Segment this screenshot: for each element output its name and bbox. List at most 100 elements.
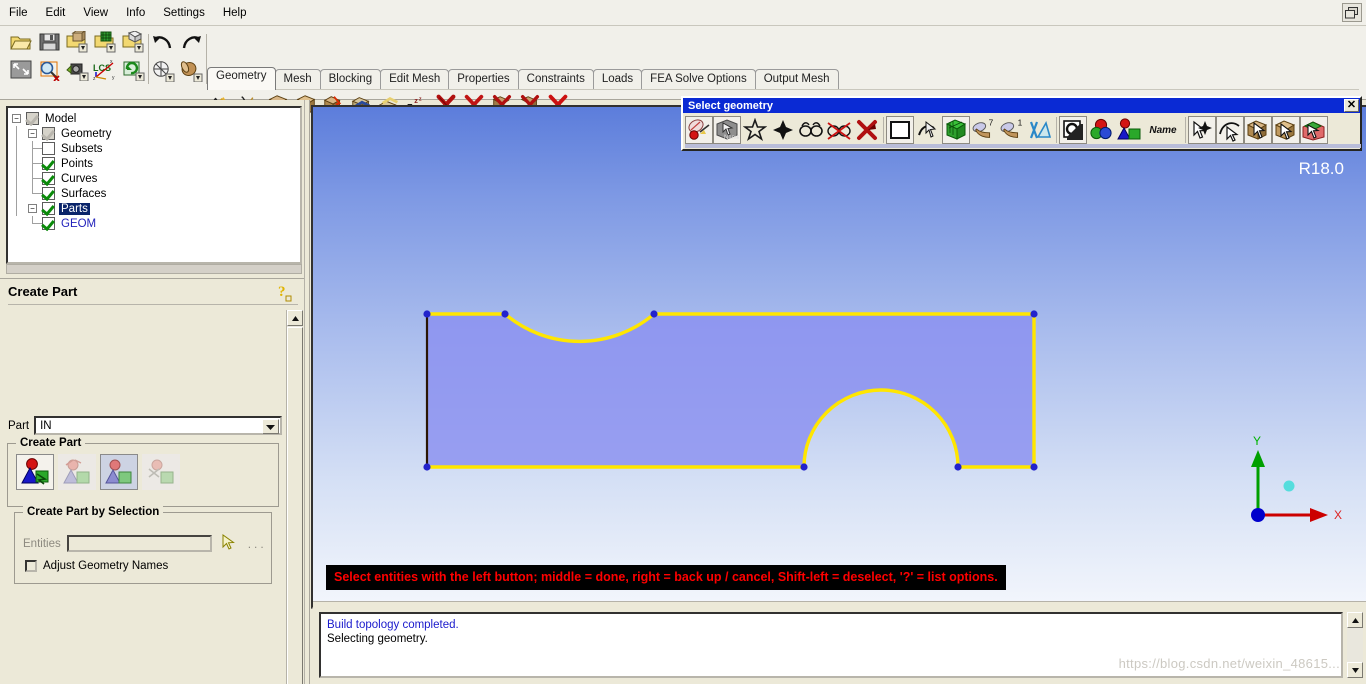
cancel-selection-icon[interactable] xyxy=(853,116,881,144)
color-by-family-icon[interactable] xyxy=(1087,116,1115,144)
part-entities-icon[interactable] xyxy=(1115,116,1143,144)
tree-checkbox-points[interactable] xyxy=(42,157,55,170)
log-scroll-up-button[interactable] xyxy=(1347,612,1363,628)
create-part-points-icon[interactable] xyxy=(58,454,96,490)
chevron-down-icon[interactable] xyxy=(262,419,280,434)
part-combo[interactable]: IN xyxy=(34,416,283,435)
toggle-dormant-icon[interactable] xyxy=(1059,116,1087,144)
select-items-in-part-icon[interactable]: Name xyxy=(713,116,741,144)
tab-edit-mesh[interactable]: Edit Mesh xyxy=(380,69,450,90)
redo-icon[interactable] xyxy=(178,30,204,56)
entities-ellipsis-button[interactable]: ... xyxy=(248,537,267,551)
z-axis-dot xyxy=(1283,480,1295,492)
log-scroll-down-button[interactable] xyxy=(1347,662,1363,678)
svg-text:7: 7 xyxy=(989,118,994,127)
tab-geometry[interactable]: Geometry xyxy=(207,67,276,90)
menu-view[interactable]: View xyxy=(74,4,117,22)
tree-node-curves[interactable]: Curves xyxy=(10,171,300,186)
tree-checkbox-surfaces[interactable] xyxy=(42,187,55,200)
select-bodies-mode-icon[interactable] xyxy=(1272,116,1300,144)
close-icon[interactable]: ✕ xyxy=(1344,99,1359,112)
select-geometry-dialog[interactable]: Select geometry ✕ Name 7 1 Name xyxy=(681,96,1362,151)
open-project-icon[interactable] xyxy=(8,29,34,55)
tab-mesh[interactable]: Mesh xyxy=(274,69,321,90)
tree-node-surfaces[interactable]: Surfaces xyxy=(10,186,300,201)
select-curves-icon[interactable] xyxy=(914,116,942,144)
undo-icon[interactable] xyxy=(150,30,176,56)
tree-checkbox-parts[interactable] xyxy=(42,202,55,215)
restore-window-icon[interactable] xyxy=(1342,3,1362,22)
tree-node-parts[interactable]: − Parts xyxy=(10,201,300,216)
tree-node-geom[interactable]: GEOM xyxy=(10,216,300,231)
adjust-geometry-names-checkbox[interactable] xyxy=(25,560,37,572)
panel-splitter[interactable] xyxy=(304,100,310,684)
select-parts-mode-icon[interactable] xyxy=(1300,116,1328,144)
dialog-resize-grip[interactable] xyxy=(685,144,1361,148)
select-all-icon[interactable] xyxy=(769,116,797,144)
tree-node-geometry[interactable]: − Geometry xyxy=(10,126,300,141)
create-part-icon[interactable] xyxy=(16,454,54,490)
select-new-icon[interactable] xyxy=(741,116,769,144)
tree-checkbox-geometry[interactable] xyxy=(42,127,55,140)
tree-checkbox-subsets[interactable] xyxy=(42,142,55,155)
tab-fea-solve-options[interactable]: FEA Solve Options xyxy=(641,69,756,90)
tab-output-mesh[interactable]: Output Mesh xyxy=(754,69,839,90)
menu-help[interactable]: Help xyxy=(214,4,256,22)
tab-blocking[interactable]: Blocking xyxy=(319,69,382,90)
select-points-mode-icon[interactable] xyxy=(1188,116,1216,144)
refresh-icon[interactable] xyxy=(120,57,146,83)
tab-constraints[interactable]: Constraints xyxy=(517,69,594,90)
left-panel-scroll-thumb[interactable] xyxy=(287,327,303,684)
remove-from-part-icon[interactable] xyxy=(142,454,180,490)
tree-checkbox-curves[interactable] xyxy=(42,172,55,185)
tree-checkbox-model[interactable] xyxy=(26,112,39,125)
model-tree[interactable]: − Model − Geometry Subsets Points Curves… xyxy=(6,106,302,264)
tree-node-points[interactable]: Points xyxy=(10,156,300,171)
log-scrollbar[interactable] xyxy=(1347,612,1363,678)
save-picture-icon[interactable] xyxy=(64,57,90,83)
zoom-box-icon[interactable] xyxy=(36,57,62,83)
tab-underline xyxy=(207,89,1359,90)
select-visible-icon[interactable] xyxy=(797,116,825,144)
menu-edit[interactable]: Edit xyxy=(37,4,75,22)
tab-loads[interactable]: Loads xyxy=(592,69,643,90)
message-log[interactable]: Build topology completed. Selecting geom… xyxy=(319,612,1343,678)
adjust-geometry-names-row[interactable]: Adjust Geometry Names xyxy=(25,560,168,572)
select-by-name-icon[interactable] xyxy=(1026,116,1054,144)
model-geometry[interactable] xyxy=(313,107,1366,607)
lcs-icon[interactable]: LCS x y z xyxy=(92,57,118,83)
entities-input[interactable] xyxy=(66,535,212,552)
tree-horizontal-scrollbar[interactable] xyxy=(6,264,302,274)
select-surfaces-mode-icon[interactable] xyxy=(1244,116,1272,144)
menu-settings[interactable]: Settings xyxy=(154,4,214,22)
tab-properties[interactable]: Properties xyxy=(448,69,519,90)
deselect-visible-icon[interactable] xyxy=(825,116,853,144)
menu-file[interactable]: File xyxy=(0,4,37,22)
scroll-up-button[interactable] xyxy=(287,310,303,326)
fit-window-icon[interactable] xyxy=(8,57,34,83)
left-panel-scrollbar[interactable] xyxy=(286,310,303,684)
tree-node-subsets[interactable]: Subsets xyxy=(10,141,300,156)
select-subset-icon[interactable]: 1 xyxy=(998,116,1026,144)
name-button-label: Name xyxy=(1149,124,1177,136)
open-geometry-icon[interactable] xyxy=(64,29,90,55)
select-all-appropriate-icon[interactable] xyxy=(685,116,713,144)
select-points-icon[interactable] xyxy=(942,116,970,144)
tree-checkbox-geom[interactable] xyxy=(42,217,55,230)
select-bodies-icon[interactable]: 7 xyxy=(970,116,998,144)
graphics-viewport[interactable]: R18.0 Y X Select entities with the left … xyxy=(313,107,1366,607)
help-question-icon[interactable]: ? xyxy=(276,282,294,305)
rotate-view-icon[interactable] xyxy=(178,58,204,84)
select-surfaces-icon[interactable] xyxy=(886,116,914,144)
add-to-part-icon[interactable] xyxy=(100,454,138,490)
open-blocking-icon[interactable] xyxy=(120,29,146,55)
select-curves-mode-icon[interactable] xyxy=(1216,116,1244,144)
menu-info[interactable]: Info xyxy=(117,4,154,22)
name-button[interactable]: Name xyxy=(1143,116,1183,144)
view-cube-icon[interactable] xyxy=(150,58,176,84)
select-cursor-icon[interactable] xyxy=(220,533,238,554)
open-mesh-icon[interactable] xyxy=(92,29,118,55)
save-project-icon[interactable] xyxy=(36,29,62,55)
select-geometry-titlebar[interactable]: Select geometry ✕ xyxy=(683,98,1360,113)
tree-node-model[interactable]: − Model xyxy=(10,111,300,126)
